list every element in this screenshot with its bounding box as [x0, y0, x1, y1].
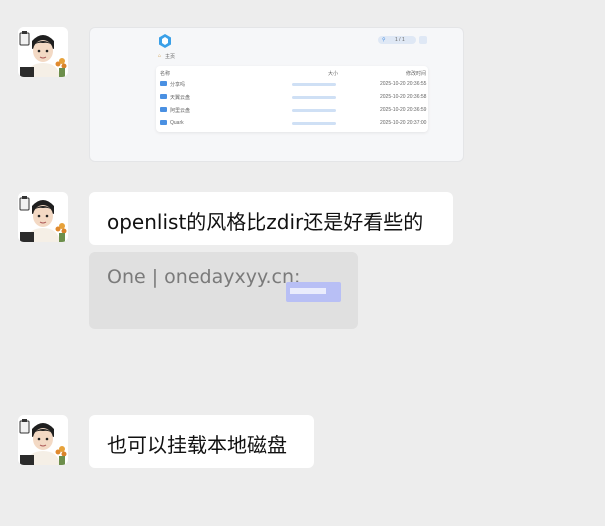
- openlist-logo-icon: [159, 34, 171, 48]
- avatar[interactable]: [18, 27, 68, 77]
- size-bar: [292, 109, 336, 112]
- row-date: 2025-10-20 20:36:55: [380, 81, 427, 87]
- row-date: 2025-10-20 20:36:58: [380, 94, 427, 100]
- folder-icon: [160, 107, 167, 112]
- header-size: 大小: [328, 71, 339, 77]
- search-icon: ⚲: [382, 37, 386, 43]
- quote-thumbnail: [286, 282, 341, 302]
- folder-icon: [160, 120, 167, 125]
- avatar[interactable]: [18, 415, 68, 465]
- header-modified: 修改时间: [406, 71, 427, 77]
- search-box[interactable]: ⚲ 1 / 1: [378, 36, 416, 44]
- folder-icon: [160, 94, 167, 99]
- row-name: 分享吗: [170, 82, 186, 88]
- size-bar: [292, 122, 336, 125]
- shared-image[interactable]: ⚲ 1 / 1 ⌂ 主页 名称 大小 修改时间 分享吗 2025-10-20 2…: [89, 27, 464, 162]
- avatar-illustration: [18, 27, 68, 77]
- menu-icon[interactable]: [419, 36, 427, 44]
- avatar-illustration: [18, 192, 68, 242]
- row-name: 天翼云盘: [170, 95, 191, 101]
- size-bar: [292, 96, 336, 99]
- message-text: openlist的风格比zdir还是好看些的: [107, 210, 424, 234]
- row-date: 2025-10-20 20:36:59: [380, 107, 427, 113]
- quote-text: One | onedayxyy.cn:: [107, 266, 301, 288]
- home-icon: ⌂: [158, 53, 162, 59]
- row-name: Quark: [170, 120, 184, 126]
- avatar[interactable]: [18, 192, 68, 242]
- size-bar: [292, 83, 336, 86]
- file-list: 名称 大小 修改时间 分享吗 2025-10-20 20:36:55 天翼云盘 …: [156, 66, 428, 132]
- header-name: 名称: [160, 71, 171, 77]
- row-name: 阿里云盘: [170, 108, 191, 114]
- message-bubble[interactable]: 也可以挂载本地磁盘: [89, 415, 314, 468]
- message-bubble[interactable]: openlist的风格比zdir还是好看些的: [89, 192, 453, 245]
- avatar-illustration: [18, 415, 68, 465]
- breadcrumb: 主页: [165, 54, 176, 60]
- quoted-message[interactable]: One | onedayxyy.cn:: [89, 252, 358, 329]
- row-date: 2025-10-20 20:37:00: [380, 120, 427, 126]
- folder-icon: [160, 81, 167, 86]
- pager: 1 / 1: [395, 37, 405, 43]
- message-text: 也可以挂载本地磁盘: [107, 433, 287, 457]
